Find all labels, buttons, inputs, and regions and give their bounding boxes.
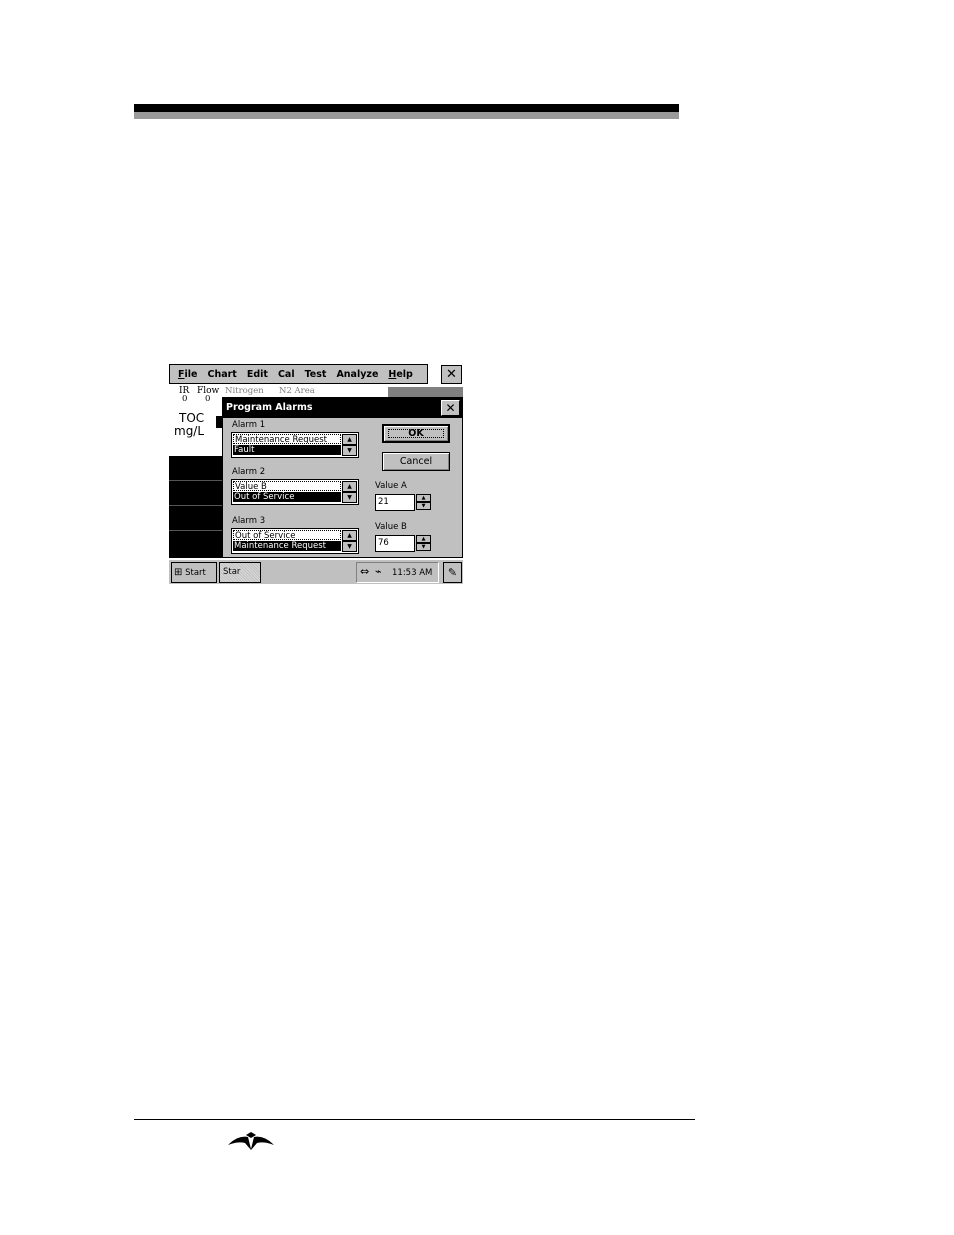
value-b-input[interactable]: 76 — [375, 535, 415, 552]
value-b-spinner[interactable]: ▲ ▼ — [416, 535, 431, 552]
desktop-icon[interactable]: ✎ — [443, 562, 462, 583]
menu-edit[interactable]: Edit — [242, 369, 273, 380]
toc-label: TOC — [179, 411, 205, 425]
scroll-down-icon[interactable]: ▼ — [342, 541, 357, 552]
windows-icon: ⊞ — [174, 567, 183, 578]
header-strip — [388, 387, 463, 397]
value-b-label: Value B — [375, 522, 407, 532]
list-item[interactable]: Value B — [233, 481, 341, 491]
alarm1-label: Alarm 1 — [232, 420, 266, 430]
scroll-down-icon[interactable]: ▼ — [342, 445, 357, 456]
spin-up-icon[interactable]: ▲ — [416, 494, 431, 502]
header-rule-black — [134, 104, 679, 112]
dialog-close-icon[interactable]: ✕ — [441, 400, 460, 416]
ok-button[interactable]: OK — [382, 424, 450, 443]
list-item[interactable]: Out of Service — [233, 492, 341, 502]
system-tray: ⇔ ⌁ 11:53 AM — [356, 562, 439, 583]
unit-label: mg/L — [174, 424, 205, 438]
scroll-down-icon[interactable]: ▼ — [342, 492, 357, 503]
alarm3-list[interactable]: Out of Service Maintenance Request ▲ ▼ — [231, 528, 359, 554]
start-label: Start — [185, 568, 206, 578]
scroll-up-icon[interactable]: ▲ — [342, 434, 357, 445]
value-a-label: Value A — [375, 481, 407, 491]
spin-down-icon[interactable]: ▼ — [416, 502, 431, 510]
dialog-title: Program Alarms — [223, 398, 462, 418]
left-panel — [169, 456, 222, 558]
menu-chart[interactable]: Chart — [202, 369, 241, 380]
taskbar: ⊞ Start Star ⇔ ⌁ 11:53 AM ✎ — [169, 559, 463, 584]
clock[interactable]: 11:53 AM — [392, 568, 432, 578]
panel-divider — [169, 530, 222, 531]
value-a-input[interactable]: 21 — [375, 494, 415, 511]
list-item[interactable]: Out of Service — [233, 530, 341, 540]
panel-divider — [169, 505, 222, 506]
power-icon[interactable]: ⌁ — [375, 565, 382, 578]
scroll-up-icon[interactable]: ▲ — [342, 530, 357, 541]
scroll-up-icon[interactable]: ▲ — [342, 481, 357, 492]
cancel-button[interactable]: Cancel — [382, 452, 450, 471]
n2-area-label: N2 Area — [279, 386, 315, 396]
list-item[interactable]: Maintenance Request — [233, 434, 341, 444]
menu-help[interactable]: Help — [383, 369, 417, 380]
menu-bar: File Chart Edit Cal Test Analyze Help — [169, 364, 428, 384]
alarm1-list[interactable]: Maintenance Request Fault ▲ ▼ — [231, 432, 359, 458]
ir-value: 0 — [182, 394, 188, 404]
network-icon[interactable]: ⇔ — [360, 565, 369, 578]
menu-cal[interactable]: Cal — [273, 369, 300, 380]
taskbar-app-button[interactable]: Star — [219, 562, 261, 583]
footer-rule — [134, 1119, 695, 1120]
flow-value: 0 — [205, 394, 211, 404]
focus-rect — [388, 429, 444, 438]
menu-file[interactable]: File — [170, 369, 202, 380]
panel-divider — [169, 480, 222, 481]
program-alarms-dialog: Program Alarms ✕ Alarm 1 Maintenance Req… — [222, 397, 463, 558]
spin-down-icon[interactable]: ▼ — [416, 543, 431, 551]
alarm2-label: Alarm 2 — [232, 467, 266, 477]
company-logo-icon — [228, 1132, 274, 1150]
list-item[interactable]: Maintenance Request — [233, 541, 341, 551]
alarm2-list[interactable]: Value B Out of Service ▲ ▼ — [231, 479, 359, 505]
app-close-icon[interactable]: ✕ — [441, 365, 462, 384]
list-item[interactable]: Fault — [233, 445, 341, 455]
value-a-spinner[interactable]: ▲ ▼ — [416, 494, 431, 511]
nitrogen-label: Nitrogen — [225, 386, 264, 396]
device-screenshot: File Chart Edit Cal Test Analyze Help ✕ … — [169, 364, 463, 584]
header-rule-gray — [134, 112, 679, 119]
alarm3-label: Alarm 3 — [232, 516, 266, 526]
spin-up-icon[interactable]: ▲ — [416, 535, 431, 543]
menu-test[interactable]: Test — [300, 369, 332, 380]
menu-analyze[interactable]: Analyze — [331, 369, 383, 380]
start-button[interactable]: ⊞ Start — [171, 562, 217, 583]
